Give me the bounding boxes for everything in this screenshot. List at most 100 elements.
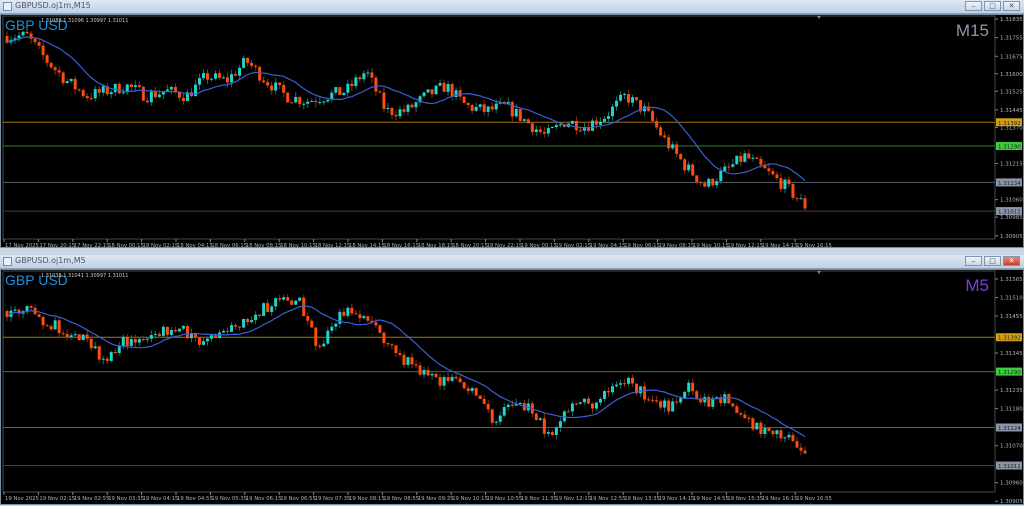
candle-body: [53, 67, 57, 71]
maximize-button[interactable]: □: [984, 1, 1001, 11]
candle-body: [101, 358, 105, 360]
candle-body: [494, 421, 498, 423]
candle-body: [362, 316, 366, 319]
time-tick-label: 19 Nov 04:15: [590, 243, 626, 249]
candle-body: [426, 370, 430, 376]
candle-body: [41, 45, 45, 56]
time-tick-label: 19 Nov 10:55: [487, 496, 523, 502]
price-tick-label: 1.30960: [1000, 481, 1023, 487]
candle-body: [470, 105, 474, 111]
candle-body: [578, 402, 582, 404]
plot-frame: [2, 270, 996, 493]
candle-body: [643, 386, 647, 400]
candle-body: [242, 319, 246, 328]
candle-body: [290, 102, 294, 104]
candle-body: [538, 129, 542, 132]
chart-shift-marker-icon[interactable]: [817, 271, 821, 274]
candle-body: [270, 306, 274, 313]
candle-body: [534, 413, 538, 420]
candle-body: [442, 377, 446, 386]
candle-body: [498, 415, 502, 422]
time-tick-label: 19 Nov 16:15: [796, 243, 832, 249]
candle-body: [318, 102, 322, 104]
candle-body: [145, 100, 149, 103]
candle-body: [89, 98, 93, 100]
chart-canvas[interactable]: 1.31392 1.31290 1.31124 1.31011 1.31565 1.315…: [1, 270, 1023, 506]
candle-body: [49, 62, 53, 68]
chart-canvas[interactable]: 1.313921.312901.311341.310111.318351.317…: [1, 15, 1023, 249]
candle-body: [739, 155, 743, 162]
time-tick-label: 19 Nov 11:35: [521, 496, 557, 502]
candle-body: [230, 74, 234, 83]
candle-body: [590, 403, 594, 409]
candle-body: [406, 357, 410, 365]
chart-window-titlebar-m15[interactable]: GBPUSD.oj1m,M15 – □ ✕: [0, 0, 1024, 14]
chart-window-titlebar-m5[interactable]: GBPUSD.oj1m,M5 – □ ✕: [0, 255, 1024, 269]
candle-body: [510, 404, 514, 406]
price-tick-label: 1.31600: [1000, 72, 1023, 78]
candle-body: [526, 119, 530, 124]
candle-body: [234, 325, 238, 327]
candle-body: [434, 373, 438, 378]
price-tick-label: 1.31835: [1000, 17, 1023, 23]
close-button[interactable]: ✕: [1003, 256, 1020, 266]
time-tick-label: 19 Nov 16:15: [762, 496, 798, 502]
candle-body: [667, 137, 671, 149]
candle-body: [594, 402, 598, 409]
candle-body: [185, 325, 189, 339]
candle-body: [354, 77, 358, 87]
candle-body: [462, 382, 466, 389]
candle-body: [133, 339, 137, 343]
close-button[interactable]: ✕: [1003, 1, 1020, 11]
candle-body: [121, 336, 125, 347]
candle-body: [121, 92, 125, 94]
candle-body: [342, 92, 346, 95]
candle-body: [707, 178, 711, 187]
candle-body: [619, 383, 623, 385]
candle-body: [602, 118, 606, 122]
candle-body: [679, 153, 683, 160]
candle-body: [21, 31, 25, 36]
candle-body: [691, 382, 695, 392]
candle-body: [727, 394, 731, 404]
minimize-button[interactable]: –: [965, 256, 982, 266]
maximize-button[interactable]: □: [984, 256, 1001, 266]
time-tick-label: 19 Nov 02:15: [555, 243, 591, 249]
candle-body: [214, 335, 218, 338]
candle-body: [775, 174, 779, 179]
candle-body: [490, 409, 494, 423]
candle-body: [117, 346, 121, 353]
time-tick-label: 19 Nov 10:15: [452, 496, 488, 502]
time-tick-label: 19 Nov 08:15: [349, 496, 385, 502]
candle-body: [270, 85, 274, 91]
candle-body: [117, 83, 121, 94]
candle-body: [181, 97, 185, 102]
candle-body: [89, 338, 93, 349]
candle-body: [751, 157, 755, 159]
candle-body: [534, 129, 538, 132]
minimize-button[interactable]: –: [965, 1, 982, 11]
candle-body: [169, 330, 173, 335]
price-level-label: 1.31290: [998, 370, 1021, 376]
candle-body: [390, 344, 394, 346]
candle-body: [598, 398, 602, 403]
candle-body: [250, 320, 254, 323]
candle-body: [354, 313, 358, 315]
time-tick-label: 19 Nov 14:15: [762, 243, 798, 249]
chart-m15[interactable]: GBP USD 1.31088 1.31096 1.30997 1.31011 …: [0, 14, 1024, 249]
candle-body: [422, 92, 426, 97]
candle-body: [77, 334, 81, 341]
chart-m5[interactable]: GBP USD 1.31038 1.31041 1.30997 1.31011 …: [0, 269, 1024, 505]
time-tick-label: 19 Nov 02:15: [39, 496, 75, 502]
candle-body: [719, 170, 723, 182]
candle-body: [799, 198, 803, 200]
candle-body: [386, 343, 390, 345]
candle-body: [783, 437, 787, 439]
price-tick-label: 1.30985: [1000, 215, 1023, 221]
candle-body: [747, 418, 751, 420]
chart-shift-marker-icon[interactable]: [817, 16, 821, 19]
candle-body: [238, 326, 242, 328]
candle-body: [430, 373, 434, 376]
candle-body: [258, 66, 262, 81]
candle-body: [783, 179, 787, 190]
